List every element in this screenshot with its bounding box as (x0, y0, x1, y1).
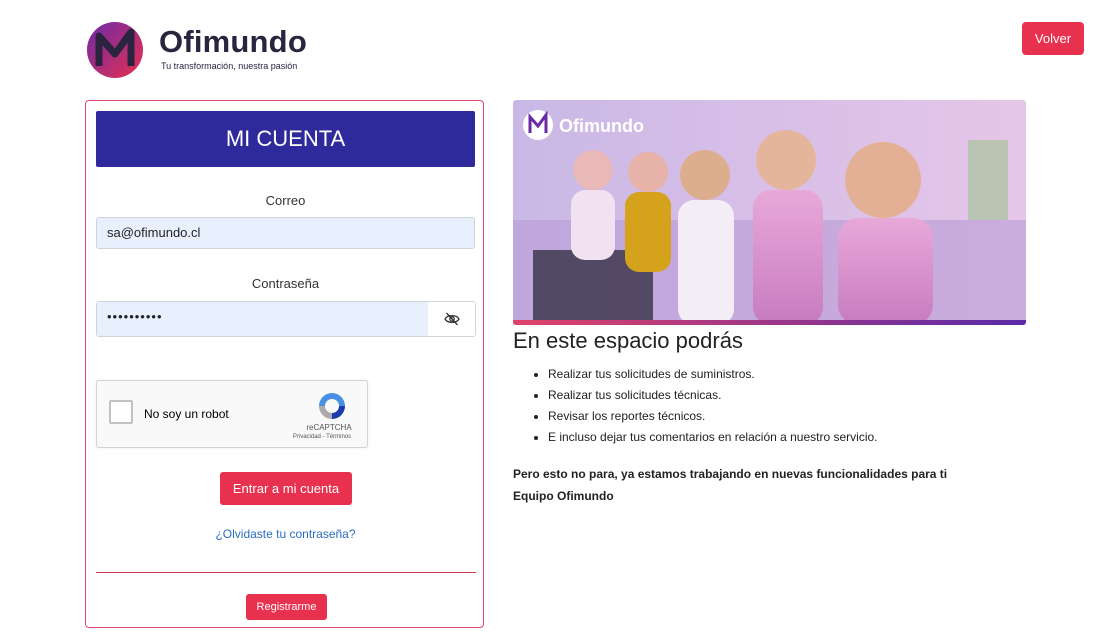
brand-tagline: Tu transformación, nuestra pasión (161, 61, 298, 71)
eye-slash-icon (443, 312, 460, 326)
recaptcha-label: No soy un robot (144, 407, 229, 421)
features-list: Realizar tus solicitudes de suministros.… (513, 364, 878, 448)
toggle-password-visibility-button[interactable] (428, 302, 475, 336)
divider (96, 572, 476, 573)
banner-accent-bar (513, 320, 1026, 325)
banner-brand: Ofimundo (559, 116, 644, 136)
recaptcha-terms-link[interactable]: Privacidad - Términos (277, 434, 367, 440)
brand-logo: Ofimundo Tu transformación, nuestra pasi… (85, 20, 325, 80)
support-team-photo: Ofimundo (513, 100, 1026, 325)
back-button[interactable]: Volver (1022, 22, 1084, 55)
password-label: Contraseña (251, 276, 320, 291)
login-title: MI CUENTA (96, 111, 475, 167)
forgot-password-link[interactable]: ¿Olvidaste tu contraseña? (96, 527, 475, 541)
recaptcha-logo-icon (319, 393, 345, 419)
password-group: •••••••••• (96, 301, 476, 337)
list-item: Realizar tus solicitudes técnicas. (548, 385, 878, 406)
login-card: MI CUENTA Correo sa@ofimundo.cl Contrase… (85, 100, 484, 628)
list-item: Revisar los reportes técnicos. (548, 406, 878, 427)
recaptcha-brand: reCAPTCHA (306, 423, 352, 432)
recaptcha-widget: No soy un robot reCAPTCHA Privacidad - T… (96, 380, 368, 448)
login-submit-button[interactable]: Entrar a mi cuenta (220, 472, 352, 505)
ofimundo-logo-icon (87, 22, 143, 78)
info-signature: Equipo Ofimundo (513, 489, 614, 503)
hero-banner-image: Ofimundo (513, 100, 1026, 325)
brand-name: Ofimundo (159, 24, 307, 59)
info-title: En este espacio podrás (513, 328, 743, 353)
info-note-line: Pero esto no para, ya estamos trabajando… (513, 467, 948, 481)
email-label: Correo (265, 193, 306, 208)
password-field[interactable]: •••••••••• (97, 302, 428, 336)
list-item: E incluso dejar tus comentarios en relac… (548, 427, 878, 448)
info-note: Pero esto no para, ya estamos trabajando… (513, 463, 1013, 507)
register-button[interactable]: Registrarme (246, 594, 327, 620)
list-item: Realizar tus solicitudes de suministros. (548, 364, 878, 385)
recaptcha-checkbox[interactable] (109, 400, 133, 424)
email-field[interactable]: sa@ofimundo.cl (96, 217, 475, 249)
